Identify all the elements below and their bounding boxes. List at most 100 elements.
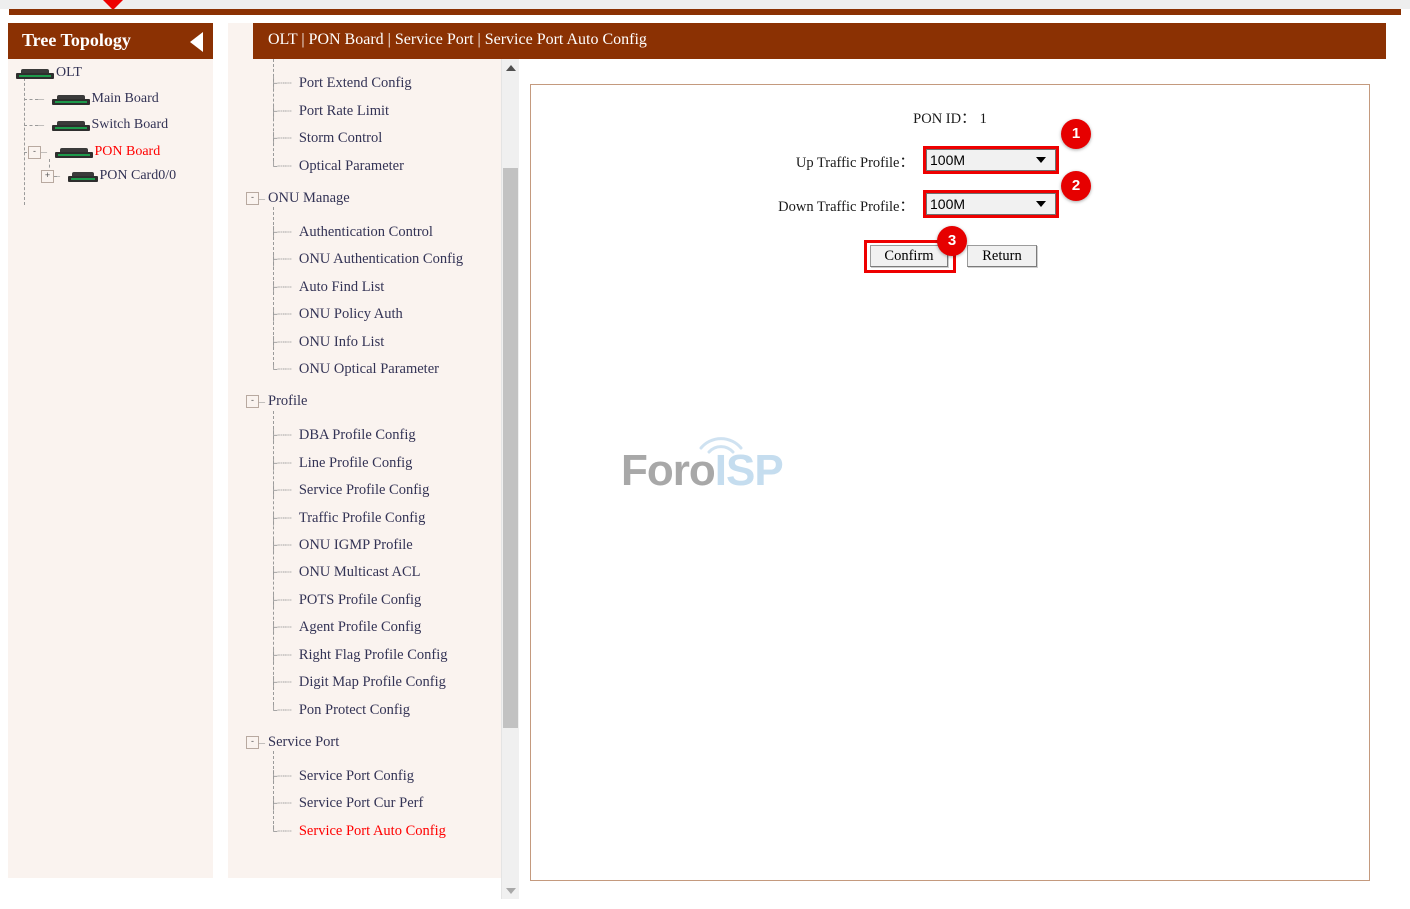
menu-item-onu-policy-auth[interactable]: ├┈┈ ONU Policy Auth (270, 306, 403, 323)
menu-item-auto-find-list[interactable]: ├┈┈ Auto Find List (270, 279, 384, 296)
tree-topology-panel: Tree Topology OLT – Main Board – Switch … (8, 23, 213, 878)
menu-connector: └┈┈ (270, 825, 299, 839)
menu-connector: ├┈┈ (270, 132, 299, 146)
return-button[interactable]: Return (967, 245, 1037, 267)
menu-connector: ├┈┈ (270, 281, 299, 295)
tree-node-label: Switch Board (91, 117, 169, 132)
menu-item-onu-multicast-acl[interactable]: ├┈┈ ONU Multicast ACL (270, 564, 421, 581)
tree-connector (24, 125, 38, 126)
breadcrumb: OLT | PON Board | Service Port | Service… (268, 31, 647, 48)
menu-item-agent-profile-config[interactable]: ├┈┈ Agent Profile Config (270, 619, 421, 636)
menu-connector-trunk (273, 59, 274, 161)
board-icon (51, 120, 90, 131)
menu-item-label: Storm Control (298, 130, 383, 146)
menu-item-label: ONU Manage (268, 190, 350, 206)
menu-group-toggle-icon[interactable]: - (246, 192, 259, 206)
menu-item-optical-parameter[interactable]: └┈┈ Optical Parameter (270, 158, 404, 175)
tree-topology-body: OLT – Main Board – Switch Board - – PON B… (8, 59, 213, 878)
menu-item-label: Service Port Cur Perf (298, 795, 424, 811)
menu-connector: ├┈┈ (270, 226, 299, 240)
menu-item-label: Traffic Profile Config (298, 510, 426, 526)
menu-connector: ├┈┈ (270, 566, 299, 580)
menu-item-authentication-control[interactable]: ├┈┈ Authentication Control (270, 224, 433, 241)
menu-item-onu-authentication-config[interactable]: ├┈┈ ONU Authentication Config (270, 251, 463, 268)
menu-item-profile[interactable]: - – Profile (246, 393, 307, 410)
up-traffic-profile-select[interactable]: 100M (926, 149, 1056, 171)
menu-connector: ├┈┈ (270, 484, 299, 498)
menu-item-storm-control[interactable]: ├┈┈ Storm Control (270, 130, 382, 147)
menu-item-service-port-config[interactable]: ├┈┈ Service Port Config (270, 768, 414, 785)
menu-item-label: ONU Policy Auth (298, 306, 403, 322)
collapse-left-arrow-icon[interactable] (190, 32, 203, 52)
menu-item-label: Authentication Control (298, 224, 433, 240)
menu-item-onu-optical-parameter[interactable]: └┈┈ ONU Optical Parameter (270, 361, 439, 378)
menu-item-line-profile-config[interactable]: ├┈┈ Line Profile Config (270, 455, 412, 472)
annotation-badge-1: 1 (1061, 119, 1091, 149)
menu-item-digit-map-profile-config[interactable]: ├┈┈ Digit Map Profile Config (270, 674, 446, 691)
menu-connector: ├┈┈ (270, 594, 299, 608)
menu-group-toggle-icon[interactable]: - (246, 736, 259, 750)
menu-item-label: Service Profile Config (298, 482, 430, 498)
menu-connector: └┈┈ (270, 160, 299, 174)
up-traffic-profile-row: Up Traffic Profile： 100M (531, 146, 1369, 174)
menu-item-label: Service Port Config (298, 768, 415, 784)
confirm-button[interactable]: Confirm (870, 245, 948, 267)
menu-item-label: DBA Profile Config (298, 427, 416, 443)
menu-item-right-flag-profile-config[interactable]: ├┈┈ Right Flag Profile Config (270, 647, 447, 664)
pon-id-label: PON ID： (913, 111, 976, 127)
menu-item-label: Auto Find List (298, 279, 385, 295)
menu-item-traffic-profile-config[interactable]: ├┈┈ Traffic Profile Config (270, 510, 425, 527)
tree-node-pon-board[interactable]: - – PON Board (28, 144, 160, 160)
menu-connector: ├┈┈ (270, 336, 299, 350)
menu-connector: ├┈┈ (270, 621, 299, 635)
foroisp-watermark-logo: ForoISP (621, 430, 821, 500)
menu-item-service-port-cur-perf[interactable]: ├┈┈ Service Port Cur Perf (270, 795, 423, 812)
menu-item-service-profile-config[interactable]: ├┈┈ Service Profile Config (270, 482, 429, 499)
menu-item-dba-profile-config[interactable]: ├┈┈ DBA Profile Config (270, 427, 416, 444)
menu-connector: ├┈┈ (270, 77, 299, 91)
scrollbar-thumb[interactable] (503, 168, 518, 728)
menu-item-label: Port Rate Limit (298, 103, 390, 119)
menu-item-label: ONU IGMP Profile (298, 537, 413, 553)
menu-item-onu-info-list[interactable]: ├┈┈ ONU Info List (270, 334, 384, 351)
menu-item-label: ONU Optical Parameter (298, 361, 439, 377)
menu-item-label: Optical Parameter (298, 158, 404, 174)
tree-node-label: OLT (56, 65, 82, 80)
menu-item-port-rate-limit[interactable]: ├┈┈ Port Rate Limit (270, 103, 389, 120)
tree-node-label: PON Board (94, 144, 161, 159)
tree-connector (24, 99, 38, 100)
menu-connector: ├┈┈ (270, 308, 299, 322)
tree-node-pon-card[interactable]: + – PON Card0/0 (41, 168, 176, 184)
menu-connector-trunk (273, 751, 274, 829)
tree-toggle-collapse-icon[interactable]: - (28, 145, 41, 159)
menu-item-service-port[interactable]: - – Service Port (246, 734, 339, 751)
menu-item-service-port-auto-config[interactable]: └┈┈ Service Port Auto Config (270, 823, 446, 840)
menu-item-onu-igmp-profile[interactable]: ├┈┈ ONU IGMP Profile (270, 537, 413, 554)
tree-node-switch-board[interactable]: – Switch Board (38, 117, 168, 133)
menu-connector: ├┈┈ (270, 457, 299, 471)
menu-item-label: Right Flag Profile Config (298, 647, 448, 663)
menu-connector: ├┈┈ (270, 797, 299, 811)
tree-node-olt[interactable]: OLT (16, 65, 82, 81)
tree-node-main-board[interactable]: – Main Board (38, 91, 159, 107)
menu-group-toggle-icon[interactable]: - (246, 395, 259, 409)
menu-scrollbar[interactable] (501, 59, 519, 899)
menu-item-label: ONU Multicast ACL (298, 564, 421, 580)
menu-item-pon-protect-config[interactable]: └┈┈ Pon Protect Config (270, 702, 410, 719)
down-traffic-profile-select[interactable]: 100M (926, 193, 1056, 215)
scroll-down-arrow-icon[interactable] (502, 882, 519, 899)
tree-toggle-expand-icon[interactable]: + (41, 169, 54, 183)
menu-item-port-extend-config[interactable]: ├┈┈ Port Extend Config (270, 75, 412, 92)
menu-item-pots-profile-config[interactable]: ├┈┈ POTS Profile Config (270, 592, 421, 609)
menu-item-onu-manage[interactable]: - – ONU Manage (246, 190, 350, 207)
up-traffic-profile-label: Up Traffic Profile： (795, 155, 914, 171)
scroll-up-arrow-icon[interactable] (502, 59, 519, 76)
menu-item-label: Digit Map Profile Config (298, 674, 446, 690)
navigation-menu-list: ├┈┈ Port Extend Config ├┈┈ Port Rate Limi… (228, 59, 500, 878)
menu-item-label: Profile (268, 393, 308, 409)
pon-id-value: 1 (979, 111, 987, 127)
menu-connector: – (259, 191, 268, 205)
pon-id-row: PON ID： 1 (531, 107, 1369, 128)
menu-connector: └┈┈ (270, 363, 299, 377)
tree-node-label: PON Card0/0 (99, 168, 177, 183)
